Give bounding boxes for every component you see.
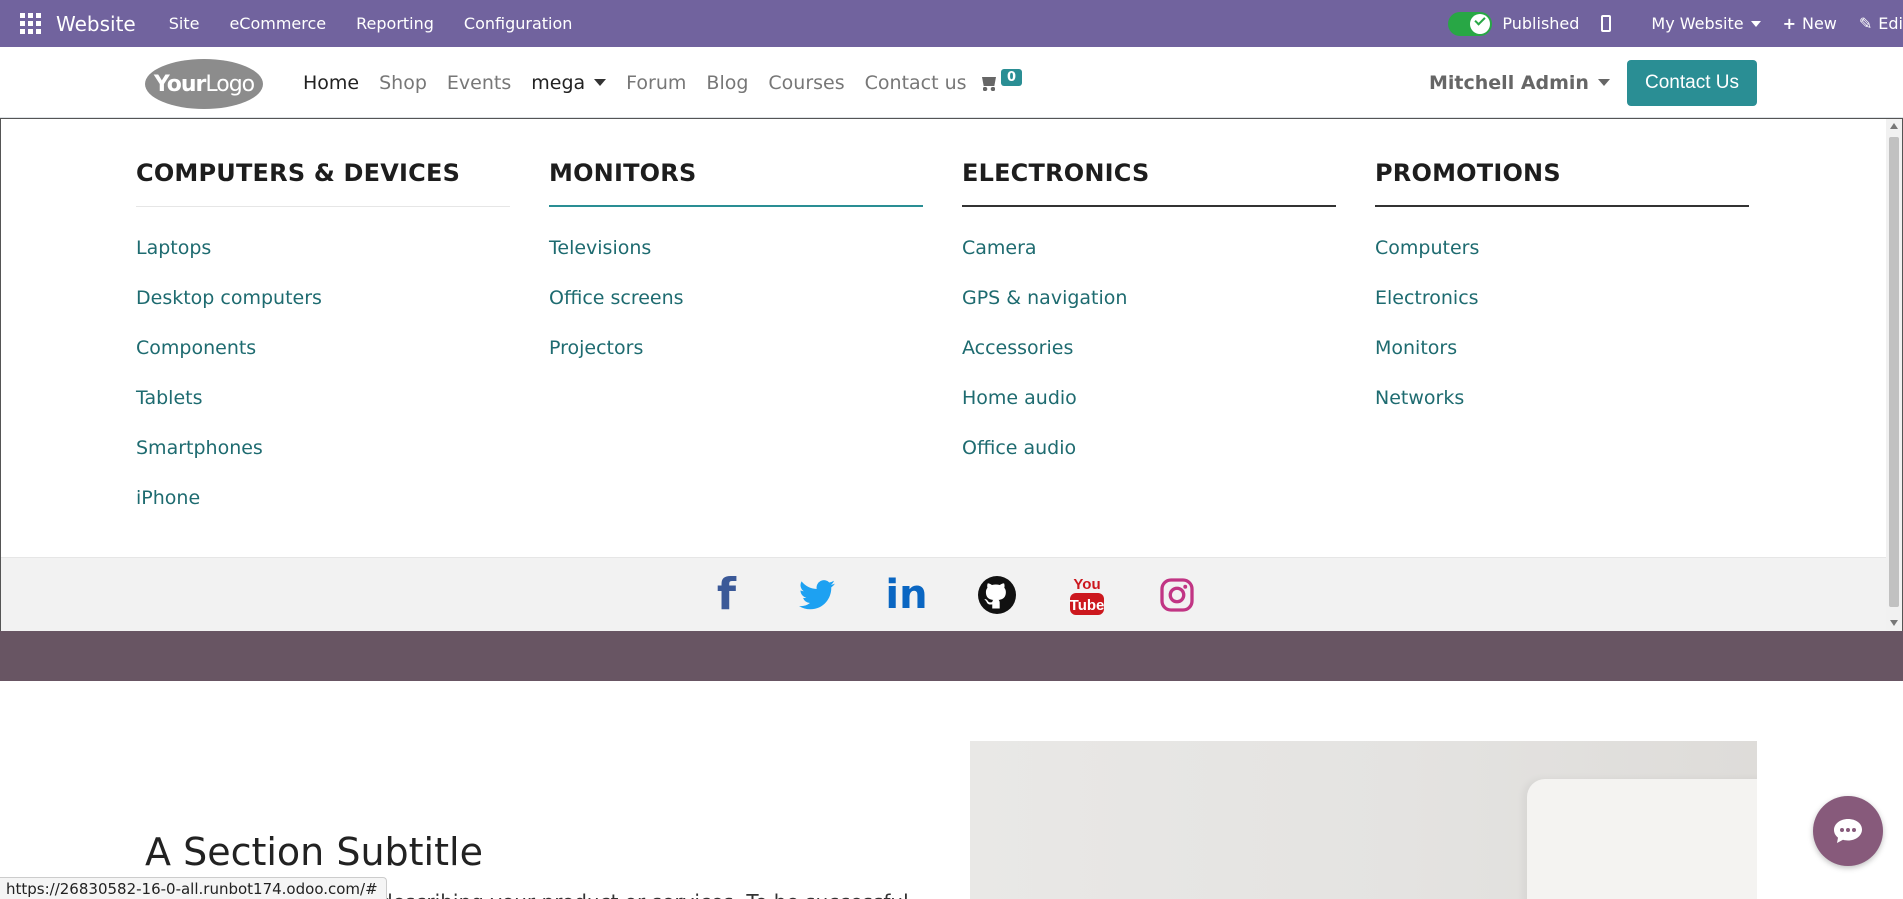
nav-contact-us[interactable]: Contact us — [865, 72, 967, 94]
site-logo[interactable]: Your Logo — [145, 59, 263, 109]
instagram-icon[interactable] — [1155, 573, 1199, 617]
nav-forum[interactable]: Forum — [626, 72, 686, 94]
section-body-text: describing your product or services. To … — [380, 890, 909, 899]
svg-text:Tube: Tube — [1069, 597, 1104, 614]
mega-link[interactable]: Tablets — [136, 387, 510, 437]
scroll-down-icon[interactable] — [1890, 620, 1898, 626]
app-name[interactable]: Website — [56, 12, 136, 36]
edit-label: Edi — [1878, 14, 1903, 33]
menu-site[interactable]: Site — [169, 14, 200, 33]
column-title: PROMOTIONS — [1375, 159, 1749, 207]
svg-text:You: You — [1073, 576, 1100, 593]
mega-link[interactable]: iPhone — [136, 487, 510, 537]
mega-link[interactable]: GPS & navigation — [962, 287, 1336, 337]
edit-button[interactable]: ✎ Edi — [1859, 14, 1903, 33]
mega-link[interactable]: Electronics — [1375, 287, 1749, 337]
website-selector[interactable]: My Website — [1651, 14, 1761, 33]
plus-icon: + — [1782, 14, 1796, 33]
mega-menu-dropdown: COMPUTERS & DEVICES Laptops Desktop comp… — [0, 118, 1903, 631]
published-label: Published — [1502, 14, 1580, 33]
section-subtitle: A Section Subtitle — [145, 830, 483, 874]
mobile-preview-button[interactable] — [1601, 15, 1629, 32]
live-chat-button[interactable] — [1813, 796, 1883, 866]
new-button[interactable]: + New — [1783, 14, 1837, 33]
website-selector-label: My Website — [1651, 14, 1744, 33]
mega-link[interactable]: Camera — [962, 237, 1336, 287]
logo-text-bold: Your — [153, 71, 207, 97]
mega-link[interactable]: Laptops — [136, 237, 510, 287]
mega-link[interactable]: Smartphones — [136, 437, 510, 487]
contact-us-button[interactable]: Contact Us — [1627, 60, 1757, 106]
menu-reporting[interactable]: Reporting — [356, 14, 434, 33]
mega-link[interactable]: Desktop computers — [136, 287, 510, 337]
nav-mega-label: mega — [531, 71, 586, 94]
linkedin-icon[interactable]: in — [885, 572, 929, 618]
github-icon[interactable] — [975, 573, 1019, 617]
cart-link[interactable]: 0 — [980, 69, 1023, 91]
logo-text: Logo — [205, 71, 255, 97]
toggle-switch[interactable] — [1448, 11, 1493, 36]
caret-down-icon — [594, 79, 607, 86]
twitter-icon[interactable] — [795, 573, 839, 617]
chat-bubble-icon — [1834, 819, 1862, 843]
mega-column-electronics: ELECTRONICS Camera GPS & navigation Acce… — [962, 159, 1336, 487]
nav-courses[interactable]: Courses — [768, 72, 844, 94]
youtube-icon[interactable]: You Tube — [1065, 573, 1109, 617]
mega-link[interactable]: Home audio — [962, 387, 1336, 437]
user-menu[interactable]: Mitchell Admin — [1429, 47, 1610, 118]
cart-count-badge: 0 — [1001, 69, 1023, 86]
adminbar-right: Published My Website + New ✎ Edi — [1448, 0, 1903, 47]
website-header: Your Logo Home Shop Events mega Forum Blo… — [0, 47, 1903, 118]
caret-down-icon — [1750, 20, 1761, 27]
mega-link[interactable]: Networks — [1375, 387, 1749, 437]
user-name: Mitchell Admin — [1429, 71, 1589, 94]
mega-link[interactable]: Accessories — [962, 337, 1336, 387]
odoo-admin-bar: Website Site eCommerce Reporting Configu… — [0, 0, 1903, 47]
dropdown-scrollbar[interactable] — [1886, 119, 1902, 630]
social-links-bar: f in You Tube — [1, 557, 1902, 631]
column-title: ELECTRONICS — [962, 159, 1336, 207]
image-object — [1527, 779, 1757, 899]
nav-home[interactable]: Home — [303, 72, 359, 94]
nav-events[interactable]: Events — [447, 72, 511, 94]
mega-link[interactable]: Computers — [1375, 237, 1749, 287]
column-title: COMPUTERS & DEVICES — [136, 159, 510, 207]
scrollbar-thumb[interactable] — [1889, 137, 1899, 607]
pencil-icon: ✎ — [1858, 14, 1873, 33]
facebook-icon[interactable]: f — [705, 569, 749, 620]
mega-link[interactable]: Office audio — [962, 437, 1336, 487]
mega-column-computers: COMPUTERS & DEVICES Laptops Desktop comp… — [136, 159, 510, 537]
published-toggle[interactable]: Published — [1448, 11, 1580, 36]
main-nav: Home Shop Events mega Forum Blog Courses… — [303, 47, 987, 118]
section-image — [970, 741, 1757, 899]
mobile-icon — [1601, 15, 1612, 32]
mega-link[interactable]: Office screens — [549, 287, 923, 337]
new-label: New — [1801, 14, 1837, 33]
nav-shop[interactable]: Shop — [379, 72, 427, 94]
apps-grid-icon[interactable] — [20, 12, 42, 35]
mega-link[interactable]: Televisions — [549, 237, 923, 287]
menu-ecommerce[interactable]: eCommerce — [229, 14, 326, 33]
mega-link[interactable]: Components — [136, 337, 510, 387]
scroll-up-icon[interactable] — [1890, 123, 1898, 129]
browser-status-url: https://26830582-16-0-all.runbot174.odoo… — [0, 877, 387, 899]
nav-blog[interactable]: Blog — [706, 72, 748, 94]
menu-configuration[interactable]: Configuration — [464, 14, 573, 33]
section-band — [0, 631, 1903, 681]
check-icon — [1474, 13, 1487, 26]
nav-mega-dropdown[interactable]: mega — [531, 71, 607, 94]
caret-down-icon — [1597, 79, 1610, 86]
mega-link[interactable]: Monitors — [1375, 337, 1749, 387]
column-title: MONITORS — [549, 159, 923, 207]
mega-link[interactable]: Projectors — [549, 337, 923, 387]
mega-column-monitors: MONITORS Televisions Office screens Proj… — [549, 159, 923, 387]
shopping-cart-icon — [980, 77, 998, 91]
mega-column-promotions: PROMOTIONS Computers Electronics Monitor… — [1375, 159, 1749, 437]
